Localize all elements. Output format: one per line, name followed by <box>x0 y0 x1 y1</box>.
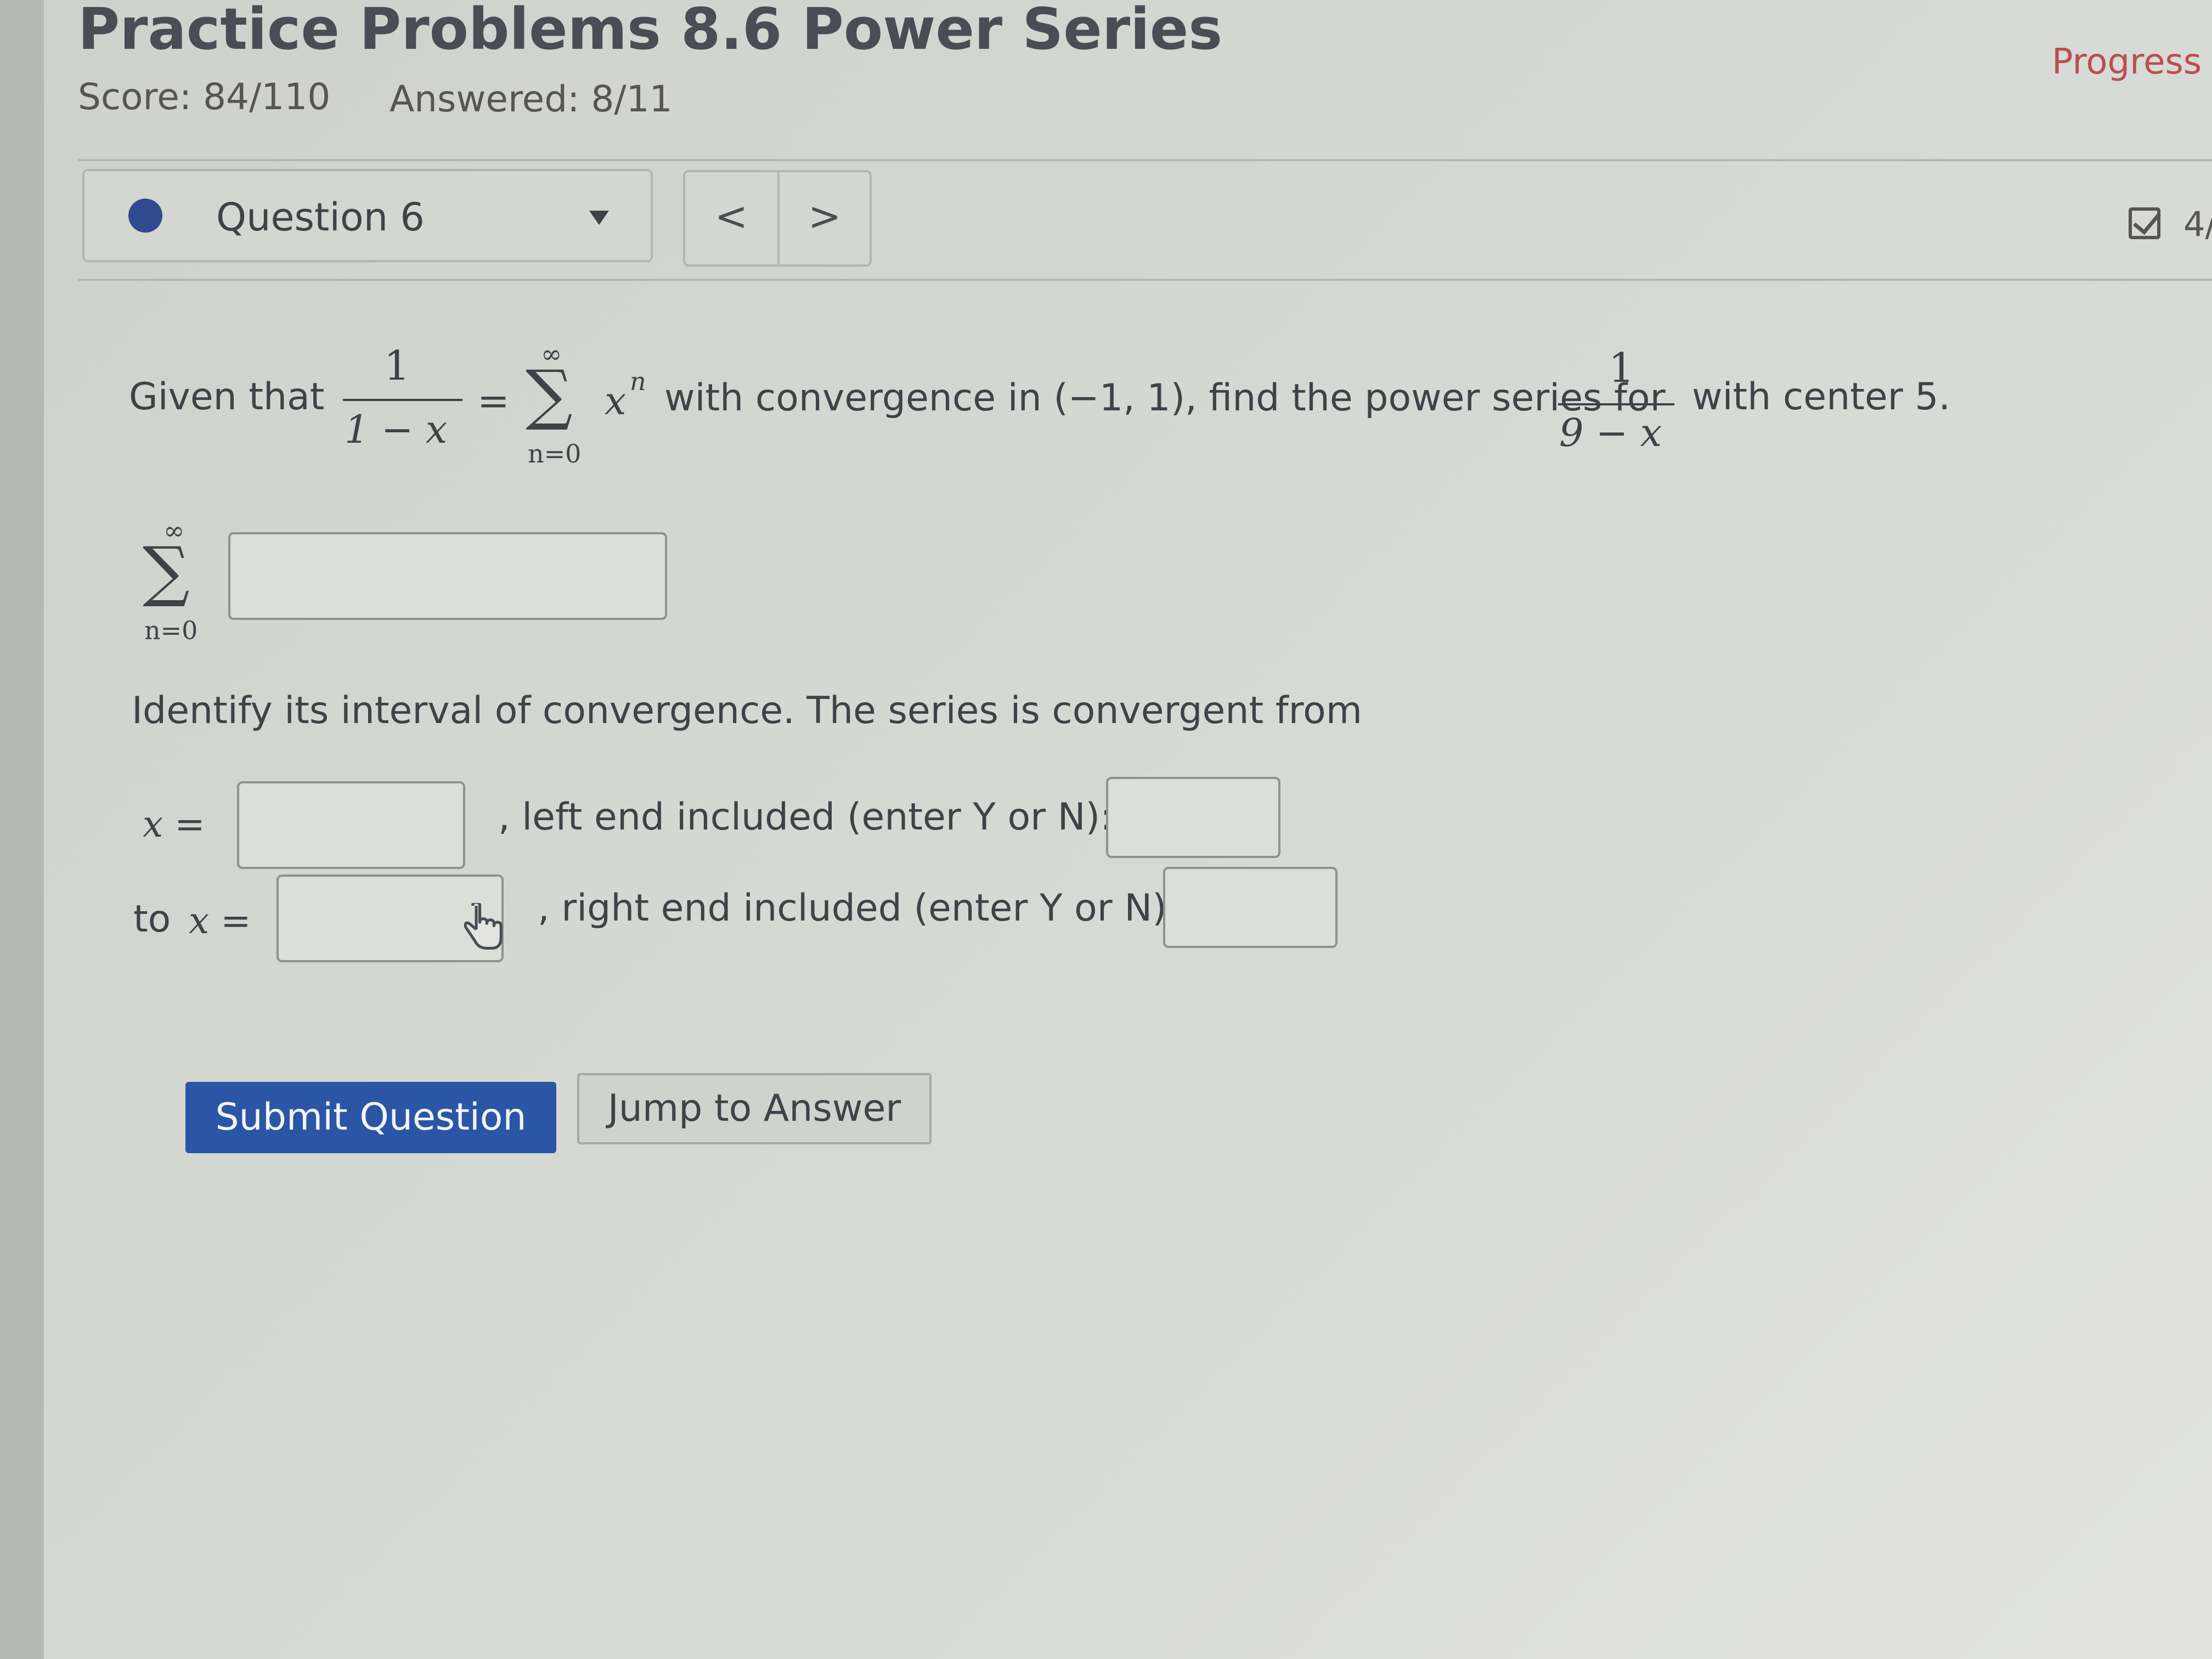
left-end-label: , left end included (enter Y or N): <box>498 795 1113 839</box>
left-included-input[interactable] <box>1106 777 1280 858</box>
nav-divider <box>78 279 2212 281</box>
header-divider <box>78 159 2212 161</box>
chevron-down-icon <box>589 211 609 225</box>
jump-to-answer-button[interactable]: Jump to Answer <box>577 1073 932 1144</box>
question-nav-group: < > <box>683 170 872 267</box>
window-edge <box>0 0 44 1659</box>
fraction1-numerator: 1 <box>384 342 410 390</box>
convergence-text: with convergence in (−1, 1), find the po… <box>664 376 1666 420</box>
submit-question-button[interactable]: Submit Question <box>185 1082 556 1153</box>
question-select-label: Question 6 <box>216 195 425 240</box>
equals-sign: = <box>477 379 510 424</box>
answered-text: Answered: 8/11 <box>390 78 673 120</box>
interval-prompt: Identify its interval of convergence. Th… <box>132 689 1362 732</box>
question-select[interactable]: Question 6 <box>82 169 653 262</box>
score-text: Score: 84/110 <box>78 76 331 118</box>
fraction2-numerator: 1 <box>1609 345 1635 392</box>
fraction2-denominator: 9 − x <box>1559 410 1662 455</box>
right-end-label: , right end included (enter Y or N): <box>538 887 1180 930</box>
from-x-input[interactable] <box>237 781 465 869</box>
to-x-label: x = <box>189 900 251 942</box>
given-that-text: Given that <box>129 375 325 419</box>
fraction1-denominator: 1 − x <box>345 407 448 452</box>
sum-lower-limit: n=0 <box>528 439 582 469</box>
right-included-input[interactable] <box>1163 867 1338 948</box>
previous-question-button[interactable]: < <box>685 172 780 264</box>
center-text: with center 5. <box>1692 375 1951 419</box>
answer-sigma-icon: ∑ <box>143 533 190 610</box>
fraction2-bar <box>1558 403 1674 405</box>
sum-term-exponent: n <box>630 366 646 396</box>
checkbox-icon <box>2129 207 2160 239</box>
question-status-dot-icon <box>128 199 162 233</box>
progress-link[interactable]: Progress s <box>2052 42 2212 82</box>
fraction1-bar <box>343 399 462 401</box>
hand-pointer-icon <box>464 903 503 950</box>
sigma-icon: ∑ <box>526 357 573 433</box>
completed-count: 4/10 <box>2183 204 2212 244</box>
from-x-label: x = <box>143 803 205 845</box>
answer-sum-lower-limit: n=0 <box>144 616 198 645</box>
next-question-button[interactable]: > <box>778 172 871 264</box>
to-label-prefix: to <box>133 898 171 941</box>
assignment-page: Practice Problems 8.6 Power Series Score… <box>44 0 2212 1659</box>
page-title: Practice Problems 8.6 Power Series <box>78 0 1223 63</box>
sum-term: x <box>605 379 627 424</box>
series-term-input[interactable] <box>228 532 667 620</box>
